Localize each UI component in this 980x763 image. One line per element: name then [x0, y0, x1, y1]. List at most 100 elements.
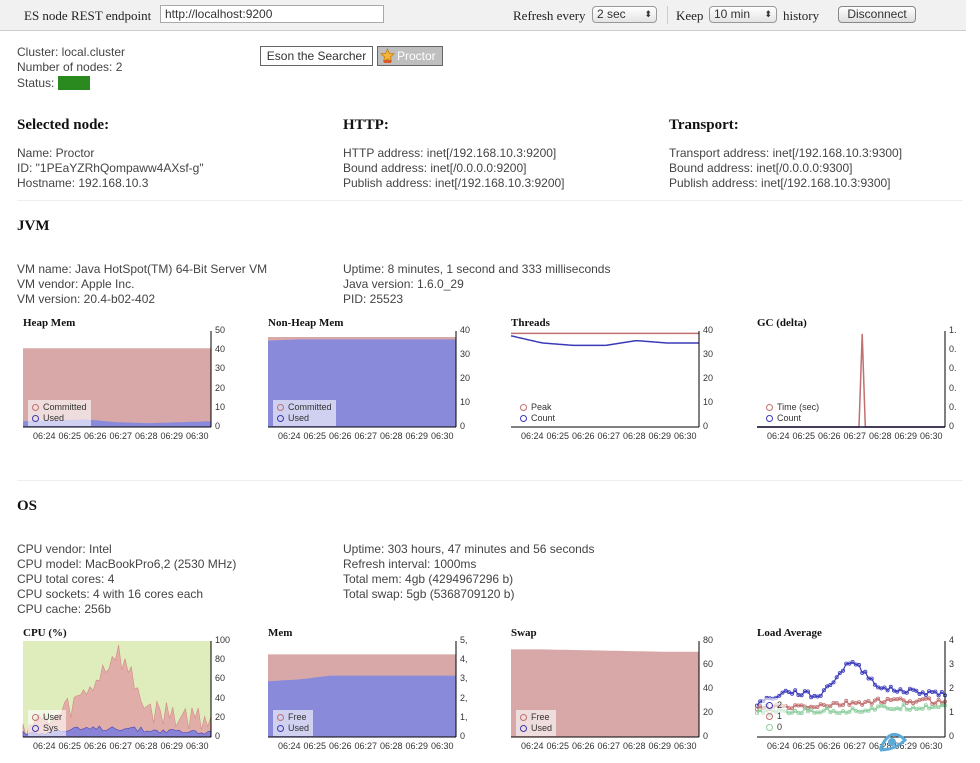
legend-marker-icon — [520, 404, 527, 412]
legend-label: Free — [531, 712, 550, 722]
refresh-label: Refresh every — [513, 8, 586, 23]
legend-item[interactable]: 0 — [766, 722, 782, 733]
node-id: ID: "1PEaYZRhQompaww4AXsf-g" — [17, 161, 204, 175]
legend-item[interactable]: Free — [520, 712, 552, 723]
node-button-eson[interactable]: Eson the Searcher — [260, 46, 373, 66]
keep-select-value: 10 min — [714, 7, 751, 21]
http-bound-address: Bound address: inet[/0.0.0.0:9200] — [343, 161, 527, 175]
node-button-proctor[interactable]: Proctor — [377, 46, 443, 66]
disconnect-button[interactable]: Disconnect — [838, 6, 916, 23]
legend-item[interactable]: Committed — [32, 402, 87, 413]
toolbar: ES node REST endpoint http://localhost:9… — [0, 0, 966, 31]
y-tick-label: 0. — [949, 401, 957, 412]
x-tick-label: 06:27 — [843, 741, 867, 751]
legend-item[interactable]: Count — [520, 413, 555, 424]
chart-3-svg — [757, 331, 946, 428]
x-tick-label: 06:24 — [767, 741, 790, 751]
legend-marker-icon — [520, 714, 527, 722]
x-tick-label: 06:26 — [572, 741, 595, 751]
legend-item[interactable]: Used — [277, 413, 332, 424]
refresh-select[interactable]: 2 sec ⬍ — [592, 6, 657, 23]
legend-item[interactable]: User — [32, 712, 62, 723]
chart-legend: Peak Count — [516, 400, 560, 426]
y-tick-label: 10 — [703, 397, 714, 407]
y-tick-label: 0 — [460, 421, 466, 431]
legend-item[interactable]: Count — [766, 413, 819, 424]
keep-label: Keep — [676, 8, 704, 23]
keep-select[interactable]: 10 min ⬍ — [709, 6, 777, 23]
y-tick-label: 4, — [460, 654, 468, 665]
x-tick-label: 06:27 — [597, 431, 621, 441]
x-tick-label: 06:30 — [674, 741, 697, 751]
legend-item[interactable]: Used — [277, 723, 309, 734]
x-tick-label: 06:25 — [792, 741, 816, 751]
y-tick-label: 0 — [215, 731, 221, 741]
http-heading: HTTP: — [343, 117, 389, 133]
jvm-vm-name: VM name: Java HotSpot(TM) 64-Bit Server … — [17, 262, 268, 276]
chart-legend: Time (sec) Count — [762, 400, 824, 426]
x-tick-label: 06:27 — [843, 431, 867, 441]
x-tick-label: 06:26 — [84, 741, 107, 751]
x-tick-label: 06:27 — [109, 741, 133, 751]
legend-marker-icon — [32, 725, 39, 733]
legend-item[interactable]: Peak — [520, 402, 555, 413]
legend-label: Committed — [288, 402, 332, 412]
x-tick-label: 06:28 — [380, 431, 403, 441]
y-tick-label: 10 — [460, 397, 471, 407]
chart-2-svg — [510, 331, 700, 428]
transport-publish-address: Publish address: inet[/192.168.10.3:9300… — [669, 176, 891, 190]
http-publish-address: Publish address: inet[/192.168.10.3:9200… — [343, 176, 565, 190]
legend-item[interactable]: Free — [277, 712, 309, 723]
x-tick-label: 06:25 — [303, 741, 327, 751]
y-tick-label: 20 — [215, 711, 226, 722]
node-name: Name: Proctor — [17, 146, 95, 160]
x-tick-label: 06:24 — [33, 741, 56, 751]
chart-legend: Committed Used — [28, 400, 91, 426]
x-tick-label: 06:28 — [623, 741, 646, 751]
select-arrows-icon: ⬍ — [644, 9, 652, 19]
legend-item[interactable]: Time (sec) — [766, 402, 819, 413]
chart-6-svg — [511, 641, 700, 738]
endpoint-input[interactable]: http://localhost:9200 — [160, 5, 384, 23]
legend-marker-icon — [277, 415, 284, 423]
y-tick-label: 30 — [703, 349, 714, 359]
chart-title: Mem — [268, 627, 293, 639]
data-point — [755, 707, 760, 712]
legend-label: Committed — [43, 402, 87, 412]
y-tick-label: 3 — [949, 659, 955, 669]
y-tick-label: 60 — [703, 659, 714, 669]
legend-marker-icon — [520, 725, 527, 733]
legend-item[interactable]: Sys — [32, 723, 62, 734]
x-tick-label: 06:24 — [521, 741, 544, 751]
legend-marker-icon — [766, 724, 773, 732]
chart-title: Heap Mem — [23, 317, 76, 329]
legend-label: Peak — [531, 402, 552, 412]
legend-item[interactable]: Used — [32, 413, 87, 424]
legend-label: Used — [531, 723, 553, 733]
section-divider — [17, 480, 963, 481]
y-tick-label: 50 — [215, 325, 226, 335]
chart-legend: 210 — [762, 698, 787, 735]
y-tick-label: 20 — [460, 373, 471, 383]
x-tick-label: 06:29 — [405, 741, 429, 751]
y-tick-label: 1 — [949, 707, 955, 717]
y-tick-label: 10 — [215, 401, 226, 412]
legend-label: Time (sec) — [777, 402, 820, 412]
y-tick-label: 20 — [703, 373, 714, 383]
legend-item[interactable]: Used — [520, 723, 552, 734]
chart-title: GC (delta) — [757, 317, 807, 329]
toolbar-divider — [667, 6, 668, 24]
x-tick-label: 06:30 — [431, 741, 454, 751]
legend-marker-icon — [520, 415, 527, 423]
status-badge: green — [57, 76, 91, 90]
y-tick-label: 2, — [460, 692, 468, 703]
jvm-uptime: Uptime: 8 minutes, 1 second and 333 mill… — [343, 262, 611, 276]
jvm-pid: PID: 25523 — [343, 292, 404, 306]
legend-item[interactable]: 1 — [766, 711, 782, 722]
transport-heading: Transport: — [669, 117, 739, 133]
legend-marker-icon — [766, 713, 773, 721]
legend-item[interactable]: Committed — [277, 402, 332, 413]
y-tick-label: 100 — [215, 635, 231, 645]
y-tick-label: 5, — [460, 635, 468, 645]
legend-item[interactable]: 2 — [766, 700, 782, 711]
